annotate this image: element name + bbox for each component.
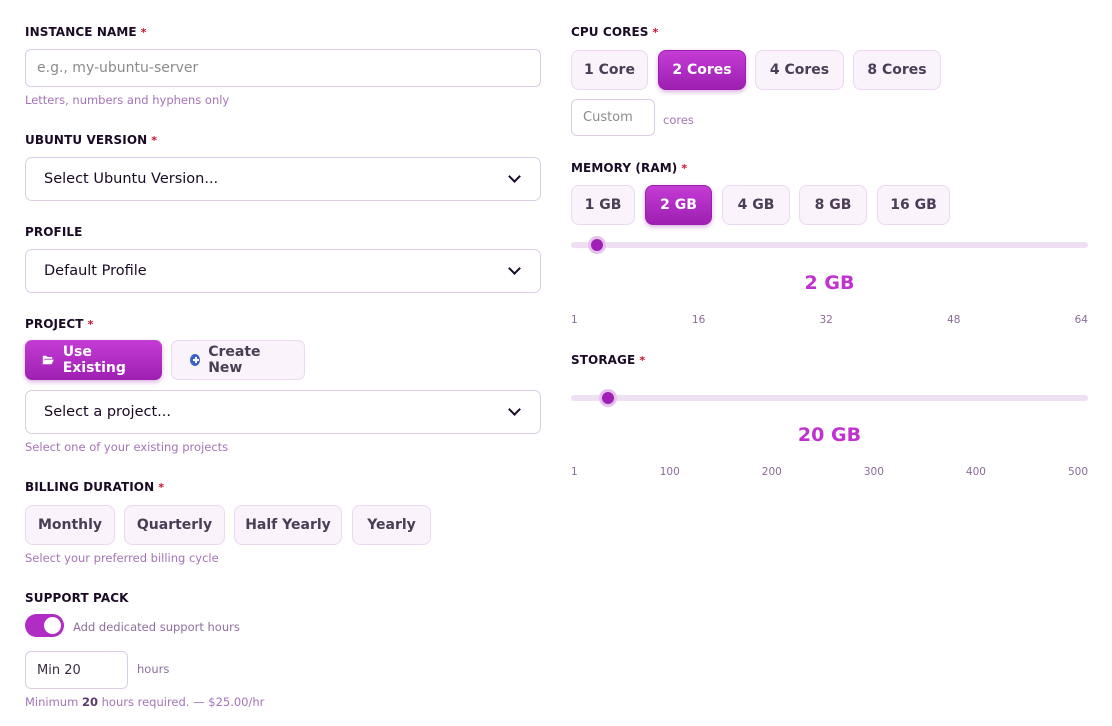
memory-ticks: 1 16 32 48 64 [571,314,1088,326]
cpu-option-4-cores[interactable]: 4 Cores [755,50,844,90]
plus-circle-icon [190,354,201,366]
memory-label-text: MEMORY (RAM) [571,161,678,175]
memory-slider-track[interactable] [571,242,1088,248]
billing-option-yearly[interactable]: Yearly [352,505,431,545]
billing-option-monthly[interactable]: Monthly [25,505,115,545]
cpu-option-2-cores[interactable]: 2 Cores [658,50,746,90]
project-hint: Select one of your existing projects [25,440,229,454]
billing-hint: Select your preferred billing cycle [25,551,219,565]
support-toggle[interactable] [25,614,64,637]
support-note-suffix: hours required. — $25.00/hr [101,695,265,709]
memory-tick: 1 [571,314,578,326]
folder-open-icon [42,355,54,365]
billing-option-half-yearly[interactable]: Half Yearly [234,505,342,545]
storage-label-text: STORAGE [571,353,636,367]
memory-label: MEMORY (RAM) * [571,161,687,175]
storage-tick: 400 [965,466,986,478]
required-mark: * [639,354,646,367]
required-mark: * [151,134,158,147]
memory-option-16gb[interactable]: 16 GB [877,185,950,225]
chevron-down-icon [508,262,521,275]
chevron-down-icon [508,170,521,183]
ubuntu-version-select[interactable]: Select Ubuntu Version... [25,157,541,201]
billing-label: BILLING DURATION * [25,480,164,494]
project-label-text: PROJECT [25,317,84,331]
memory-tick: 32 [819,314,833,326]
storage-slider-thumb[interactable] [599,389,617,407]
profile-label: PROFILE [25,225,83,239]
ubuntu-version-label-text: UBUNTU VERSION [25,133,148,147]
support-note-hours: 20 [81,695,98,709]
required-mark: * [652,26,659,39]
billing-label-text: BILLING DURATION [25,480,155,494]
ubuntu-version-label: UBUNTU VERSION * [25,133,157,147]
storage-tick: 300 [863,466,884,478]
cpu-option-8-cores[interactable]: 8 Cores [853,50,941,90]
toggle-knob [44,617,61,634]
memory-tick: 16 [691,314,706,326]
support-toggle-label: Add dedicated support hours [73,620,240,634]
required-mark: * [158,481,165,494]
instance-name-input[interactable] [25,49,541,87]
required-mark: * [681,162,688,175]
project-selected: Select a project... [44,404,171,420]
storage-slider-track[interactable] [571,395,1088,401]
chevron-down-icon [508,403,521,416]
required-mark: * [87,318,94,331]
use-existing-button[interactable]: Use Existing [25,340,162,380]
cpu-custom-input[interactable] [571,99,655,136]
use-existing-label: Use Existing [62,344,126,376]
cpu-option-1-core[interactable]: 1 Core [571,50,648,90]
project-select[interactable]: Select a project... [25,390,541,434]
instance-name-label-text: INSTANCE NAME [25,25,137,39]
required-mark: * [140,26,147,39]
memory-slider-thumb[interactable] [587,236,606,254]
storage-tick: 1 [571,466,578,478]
memory-value-display: 2 GB [804,272,855,294]
project-label: PROJECT * [25,317,93,331]
support-note: Minimum 20 hours required. — $25.00/hr [25,695,264,709]
storage-tick: 100 [659,466,680,478]
profile-select[interactable]: Default Profile [25,249,541,293]
cpu-cores-label: CPU CORES * [571,25,658,39]
memory-tick: 48 [947,314,961,326]
cpu-cores-label-text: CPU CORES [571,25,649,39]
memory-tick: 64 [1074,314,1088,326]
billing-option-quarterly[interactable]: Quarterly [124,505,225,545]
instance-name-label: INSTANCE NAME * [25,25,147,39]
support-pack-label: SUPPORT PACK [25,591,129,605]
memory-option-4gb[interactable]: 4 GB [722,185,790,225]
ubuntu-version-selected: Select Ubuntu Version... [44,171,219,187]
support-note-prefix: Minimum [25,695,79,709]
storage-ticks: 1 100 200 300 400 500 [571,466,1088,478]
support-hours-unit: hours [137,662,170,676]
storage-tick: 200 [761,466,782,478]
memory-option-2gb[interactable]: 2 GB [645,185,712,225]
cpu-custom-unit: cores [663,113,694,127]
create-new-button[interactable]: Create New [171,340,305,380]
profile-selected: Default Profile [44,263,147,279]
storage-label: STORAGE * [571,353,645,367]
storage-tick: 500 [1067,466,1088,478]
create-new-label: Create New [208,344,261,376]
memory-option-1gb[interactable]: 1 GB [571,185,635,225]
storage-value-display: 20 GB [797,424,862,446]
support-hours-input[interactable] [25,651,128,689]
memory-option-8gb[interactable]: 8 GB [799,185,867,225]
instance-name-hint: Letters, numbers and hyphens only [25,93,230,107]
